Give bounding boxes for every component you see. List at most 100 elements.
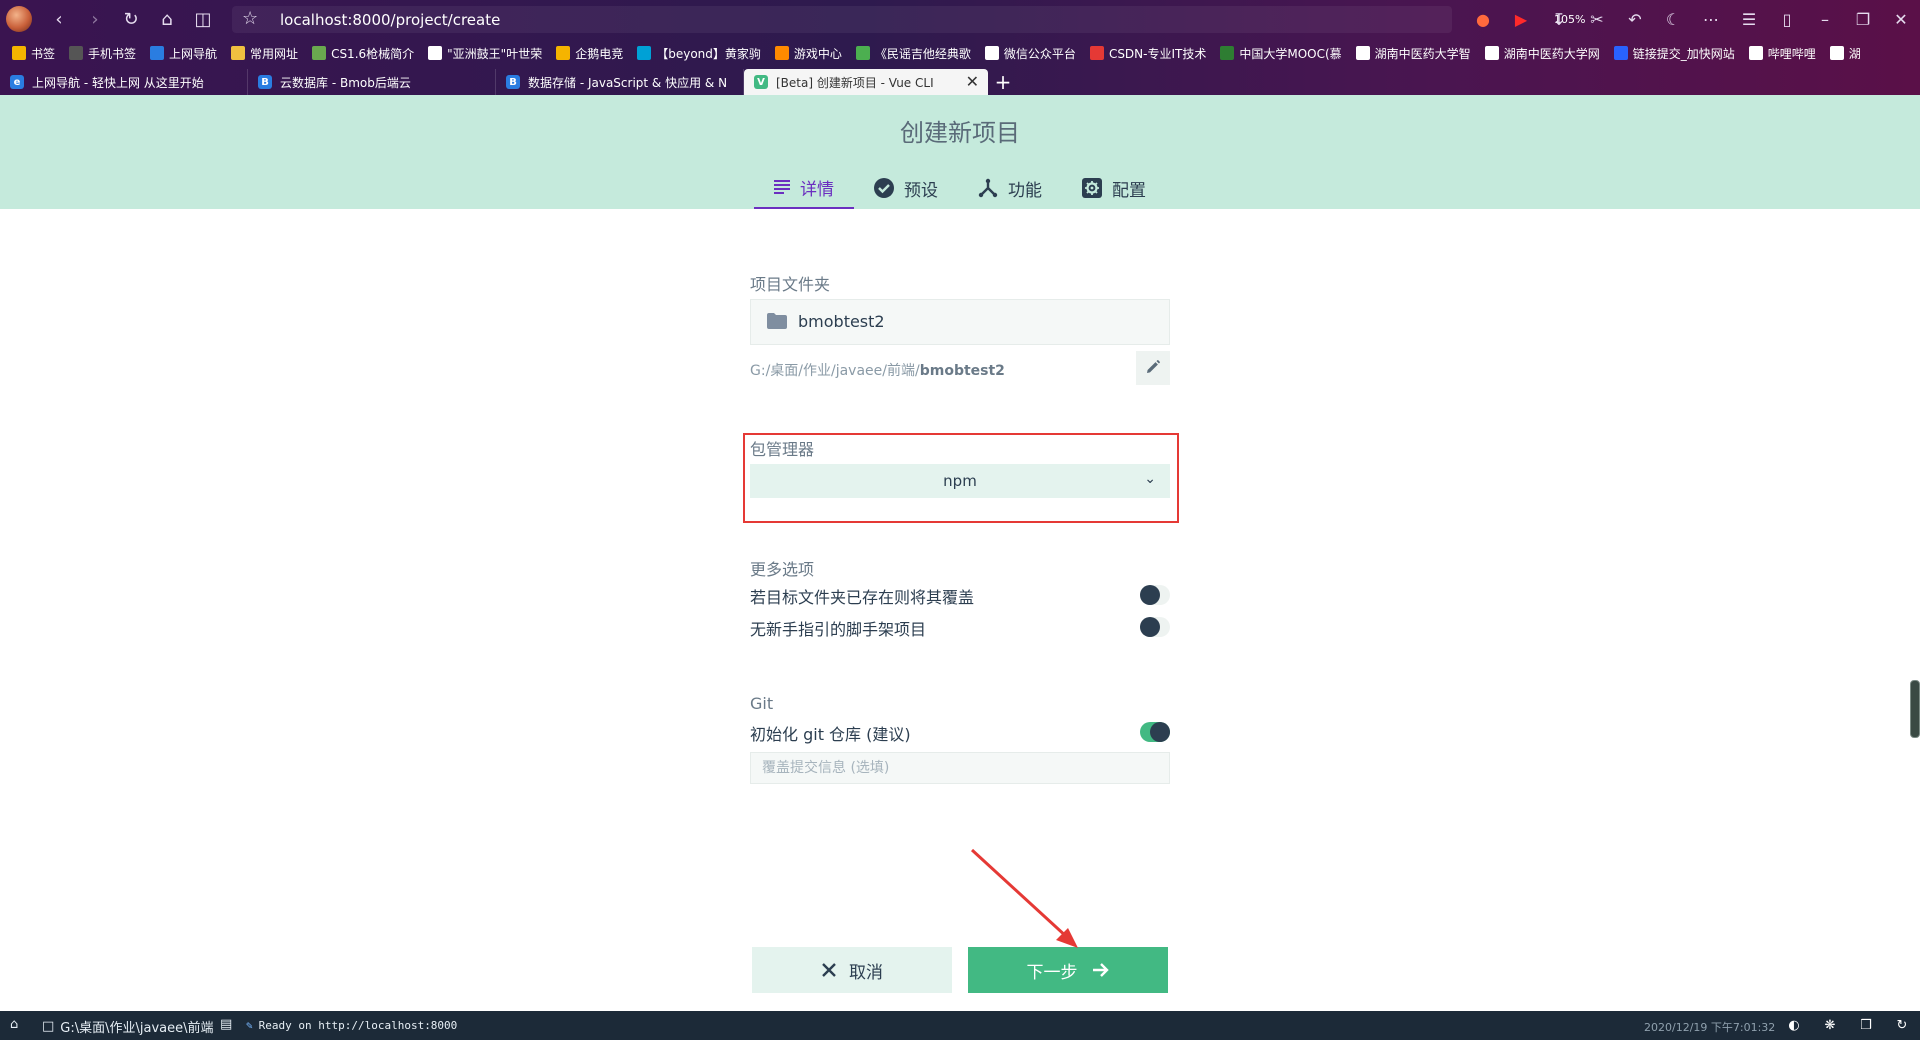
step-tabs: 详情 预设 功能 配置 [754, 167, 1166, 209]
address-bar[interactable]: ☆ localhost:8000/project/create 105% [232, 6, 1585, 33]
folder-name-text[interactable]: bmobtest2 [798, 312, 885, 331]
bug-icon[interactable]: ❋ [1822, 1017, 1838, 1033]
new-tab-icon[interactable]: + [988, 69, 1018, 95]
bookmark-favicon-icon [1220, 46, 1235, 60]
browser-tab[interactable]: B 数据存储 - JavaScript & 快应用 & N [496, 69, 744, 95]
bookmark-label: 企鹅电竞 [575, 46, 624, 61]
bookmark-favicon-icon [855, 46, 870, 60]
bookmark-favicon-icon [1355, 46, 1370, 60]
undo-icon[interactable]: ↶ [1618, 6, 1652, 32]
bookmark-item[interactable]: CS1.6枪械简介 [312, 45, 414, 62]
bookmark-item[interactable]: 游戏中心 [774, 45, 842, 62]
contrast-icon[interactable]: ◐ [1786, 1017, 1802, 1033]
star-icon[interactable]: ☆ [242, 8, 258, 29]
tab-details[interactable]: 详情 [754, 167, 854, 209]
cancel-button[interactable]: 取消 [752, 947, 952, 993]
folder-path-name: bmobtest2 [919, 363, 1005, 379]
download-icon[interactable]: ↧ [1542, 6, 1576, 32]
back-icon[interactable]: ‹ [46, 6, 72, 32]
bookmark-item[interactable]: 《民谣吉他经典歌 [855, 45, 971, 62]
browser-nav-row: ‹ › ↻ ⌂ ◫ ☆ localhost:8000/project/creat… [0, 0, 1920, 38]
restore-icon[interactable]: ❐ [1846, 6, 1880, 32]
browser-tab[interactable]: e 上网导航 - 轻快上网 从这里开始 [0, 69, 248, 95]
bookmark-item[interactable]: 湖 [1829, 45, 1861, 62]
bookmark-item[interactable]: 常用网址 [231, 45, 298, 62]
game-icon[interactable]: ● [1466, 6, 1500, 32]
no-guide-toggle[interactable] [1140, 617, 1170, 637]
reader-icon[interactable]: ◫ [190, 6, 216, 32]
bookmark-favicon-icon [150, 46, 165, 60]
no-guide-option: 无新手指引的脚手架项目 [750, 616, 1170, 640]
console-icon[interactable]: ▤ [220, 1017, 232, 1032]
bookmark-item[interactable]: 【beyond】黄家驹 [637, 45, 761, 62]
git-init-toggle[interactable] [1140, 722, 1170, 742]
bookmark-item[interactable]: 湖南中医药大学智 [1355, 45, 1471, 62]
folder-name-field[interactable]: bmobtest2 [750, 299, 1170, 345]
browser-toolbar-icons: ● ▶ ↧ ✂ ↶ ☾ ⋯ ☰ ▯ – ❐ ✕ [1466, 6, 1918, 32]
tab-favicon-icon: B [506, 75, 520, 89]
bookmark-item[interactable]: 链接提交_加快网站 [1613, 45, 1735, 62]
next-label: 下一步 [1026, 962, 1078, 983]
refresh-icon[interactable]: ↻ [1894, 1017, 1910, 1033]
status-right-icons: ◐ ❋ ❒ ↻ [1786, 1017, 1910, 1033]
close-icon [821, 962, 837, 978]
bookmark-item[interactable]: CSDN-专业IT技术 [1089, 45, 1206, 62]
forward-icon[interactable]: › [82, 6, 108, 32]
bookmark-item[interactable]: 湖南中医药大学网 [1484, 45, 1600, 62]
overwrite-label: 若目标文件夹已存在则将其覆盖 [750, 588, 975, 607]
pencil-icon [1146, 359, 1160, 378]
scrollbar-handle[interactable] [1910, 680, 1920, 738]
moon-icon[interactable]: ☾ [1656, 6, 1690, 32]
settings-box-icon [1082, 178, 1102, 198]
bookmark-item[interactable]: 微信公众平台 [984, 45, 1076, 62]
home-status-icon[interactable]: ⌂ [10, 1017, 18, 1032]
tab-favicon-icon: V [754, 75, 768, 89]
home-icon[interactable]: ⌂ [154, 6, 180, 32]
overwrite-toggle[interactable] [1140, 585, 1170, 605]
bookmark-label: "亚洲鼓王"叶世荣 [447, 46, 543, 61]
edit-path-button[interactable] [1136, 351, 1170, 385]
bookmark-item[interactable]: 书签 [12, 45, 55, 62]
video-icon[interactable]: ▶ [1504, 6, 1538, 32]
overwrite-option: 若目标文件夹已存在则将其覆盖 [750, 584, 1170, 608]
bookmark-label: CS1.6枪械简介 [331, 46, 415, 61]
tab-title: 数据存储 - JavaScript & 快应用 & N [528, 75, 728, 90]
bookmark-item[interactable]: 中国大学MOOC(慕 [1220, 45, 1342, 62]
tab-title: 云数据库 - Bmob后端云 [280, 75, 411, 90]
bookmark-label: 哔哩哔哩 [1767, 46, 1816, 61]
close-window-icon[interactable]: ✕ [1884, 6, 1918, 32]
shirt-icon[interactable]: ▯ [1770, 6, 1804, 32]
bookmark-item[interactable]: 哔哩哔哩 [1748, 45, 1816, 62]
address-text[interactable]: localhost:8000/project/create [280, 11, 500, 29]
bookmark-item[interactable]: 上网导航 [150, 45, 217, 62]
bookmark-label: 中国大学MOOC(慕 [1239, 46, 1342, 61]
bookmark-label: 湖南中医药大学智 [1374, 46, 1471, 61]
bookmark-item[interactable]: "亚洲鼓王"叶世荣 [428, 45, 542, 62]
commit-message-input[interactable] [750, 752, 1170, 784]
bookmark-item[interactable]: 手机书签 [69, 45, 136, 62]
tab-label: 配置 [1112, 180, 1146, 201]
menu-icon[interactable]: ☰ [1732, 6, 1766, 32]
bookmark-label: 【beyond】黄家驹 [656, 46, 761, 61]
next-button[interactable]: 下一步 [968, 947, 1168, 993]
browser-tab-active[interactable]: V [Beta] 创建新项目 - Vue CLI ✕ [744, 69, 988, 95]
bookmark-favicon-icon [637, 46, 652, 60]
tab-presets[interactable]: 预设 [854, 167, 958, 209]
bookmark-favicon-icon [12, 46, 26, 60]
tab-close-icon[interactable]: ✕ [966, 72, 979, 91]
tab-config[interactable]: 配置 [1062, 167, 1166, 209]
scissors-icon[interactable]: ✂ [1580, 6, 1614, 32]
bookmark-item[interactable]: 企鹅电竞 [556, 45, 623, 62]
cwd-item[interactable]: □ G:\桌面\作业\javaee\前端 [42, 1017, 214, 1036]
profile-avatar[interactable] [6, 6, 32, 32]
git-init-option: 初始化 git 仓库 (建议) [750, 721, 1170, 745]
reload-icon[interactable]: ↻ [118, 6, 144, 32]
folder-icon [767, 313, 787, 333]
translate-icon[interactable]: ❒ [1858, 1017, 1874, 1033]
browser-tab[interactable]: B 云数据库 - Bmob后端云 [248, 69, 496, 95]
more-options-label: 更多选项 [750, 560, 815, 579]
tab-features[interactable]: 功能 [958, 167, 1062, 209]
minimize-icon[interactable]: – [1808, 6, 1842, 32]
bookmark-label: 《民谣吉他经典歌 [874, 46, 971, 61]
more-icon[interactable]: ⋯ [1694, 6, 1728, 32]
